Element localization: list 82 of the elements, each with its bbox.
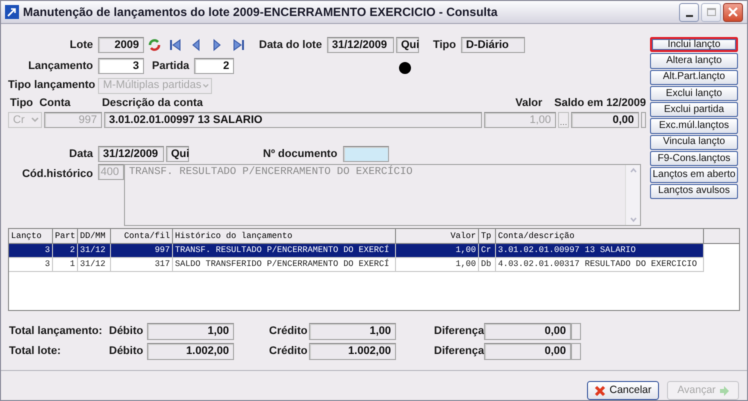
indicator-field [641, 112, 646, 128]
table-cell: 3 [9, 258, 53, 272]
text-field[interactable]: 31/12/2009 [98, 146, 164, 162]
weekday-field[interactable]: Qui [396, 37, 419, 53]
window-title: Manutenção de lançamentos do lote 2009-ENCERRAMENTO EXERCICIO - Consulta [23, 4, 498, 21]
last-record-icon[interactable] [232, 38, 245, 52]
column-header[interactable]: Part [53, 229, 78, 243]
field-label: Total lote: [9, 344, 62, 360]
column-header[interactable]: Histórico do lançamento [173, 229, 396, 243]
cross-icon [594, 384, 606, 396]
field-label: Crédito [268, 344, 308, 360]
text-field[interactable]: 0,00 [571, 112, 639, 128]
cancel-button[interactable]: Cancelar [587, 381, 659, 400]
field-label: Total lançamento: [9, 324, 104, 340]
text-field[interactable]: 31/12/2009 [326, 37, 394, 53]
text-field[interactable]: 0,00 [484, 343, 571, 360]
close-button[interactable] [723, 2, 743, 22]
text-field[interactable]: 3.01.02.01.00997 13 SALARIO [104, 112, 482, 128]
field-label: Partida [152, 58, 190, 74]
field-label: Débito [109, 344, 144, 360]
field-label: Débito [109, 324, 144, 340]
column-header[interactable]: Valor [396, 229, 479, 243]
field-label: Saldo em 12/2009 [554, 96, 646, 111]
indicator-field [571, 343, 581, 360]
app-icon [5, 5, 19, 19]
text-field[interactable]: 2 [194, 58, 234, 74]
action-button[interactable]: F9-Cons.lançtos [650, 151, 738, 166]
text-field[interactable]: 1.002,00 [147, 343, 234, 360]
table-cell: 317 [111, 258, 173, 272]
text-field[interactable]: 2009 [98, 37, 144, 53]
field-label: Lançamento [27, 58, 93, 74]
field-label: Diferença [433, 344, 484, 360]
first-record-icon[interactable] [169, 38, 182, 52]
field-label: Valor [514, 96, 542, 111]
forward-arrow-icon [718, 386, 729, 396]
field-label: Conta [39, 96, 72, 111]
table-cell: 1 [53, 258, 78, 272]
grid-row[interactable]: 3 2 31/12 997 TRANSF. RESULTADO P/ENCERRAMENTO DO EXERCÍ 1,00 Cr 3.01.02.01.00997 13 SALARIO [9, 244, 704, 258]
field-label: Tipo [432, 38, 456, 53]
field-label: Descrição da conta [102, 96, 204, 111]
text-field[interactable]: 1,00 [147, 323, 234, 340]
action-button[interactable]: Lançtos em aberto [650, 167, 738, 183]
table-cell: 31/12 [78, 258, 111, 272]
column-header[interactable]: Tp [479, 229, 496, 243]
close-icon [728, 7, 738, 17]
document-field[interactable] [343, 146, 390, 162]
table-cell: SALDO TRANSFERIDO P/ENCERRAMENTO DO EXERCÍ [173, 258, 396, 272]
column-header[interactable]: DD/MM [78, 229, 111, 243]
field-label: Tipo lançamento [8, 78, 93, 94]
field-label: Cód.histórico [21, 167, 93, 182]
text-field[interactable]: 1.002,00 [309, 343, 396, 360]
action-button[interactable]: Vincula lançto [650, 134, 738, 150]
minimize-button[interactable] [679, 2, 699, 22]
column-header[interactable]: Conta/descrição [496, 229, 704, 243]
field-label: Tipo [9, 96, 34, 111]
field-label: Lote [68, 38, 93, 53]
field-label: Diferença [433, 324, 484, 340]
action-button[interactable]: Alt.Part.lançto [650, 70, 738, 85]
text-field[interactable]: 0,00 [484, 323, 571, 340]
action-button[interactable]: Lançtos avulsos [650, 184, 738, 199]
column-header[interactable]: Conta/fil [111, 229, 173, 243]
table-cell: 1,00 [396, 258, 479, 272]
lookup-button[interactable]: ... [558, 112, 569, 128]
table-cell: 4.03.02.01.00317 RESULTADO DO EXERCICIO [496, 258, 704, 272]
field-label: Nº documento [263, 146, 338, 162]
text-field[interactable]: D-Diário [460, 37, 525, 53]
field-label: Data do lote [259, 38, 322, 53]
text-field[interactable]: 1,00 [309, 323, 396, 340]
indicator-field [571, 323, 581, 340]
action-button[interactable]: Exclui partida [650, 102, 738, 118]
weekday-field[interactable]: Qui [166, 146, 189, 162]
action-button[interactable]: Exc.múl.lançtos [650, 118, 738, 134]
grid-row[interactable]: 3 1 31/12 317 SALDO TRANSFERIDO P/ENCERRAMENTO DO EXERCÍ 1,00 Db 4.03.02.01.00317 RESULTADO DO EXERCICIO [9, 258, 704, 272]
text-field[interactable]: 3 [98, 58, 144, 74]
table-cell: Db [479, 258, 496, 272]
field-label: Data [68, 146, 93, 162]
action-button[interactable]: Altera lançto [650, 53, 738, 69]
action-button[interactable]: Exclui lançto [650, 86, 738, 102]
action-button[interactable]: Inclui lançto [650, 37, 738, 52]
column-header[interactable]: Lançto [9, 229, 53, 243]
field-label: Crédito [268, 324, 308, 340]
refresh-icon[interactable] [148, 38, 161, 52]
